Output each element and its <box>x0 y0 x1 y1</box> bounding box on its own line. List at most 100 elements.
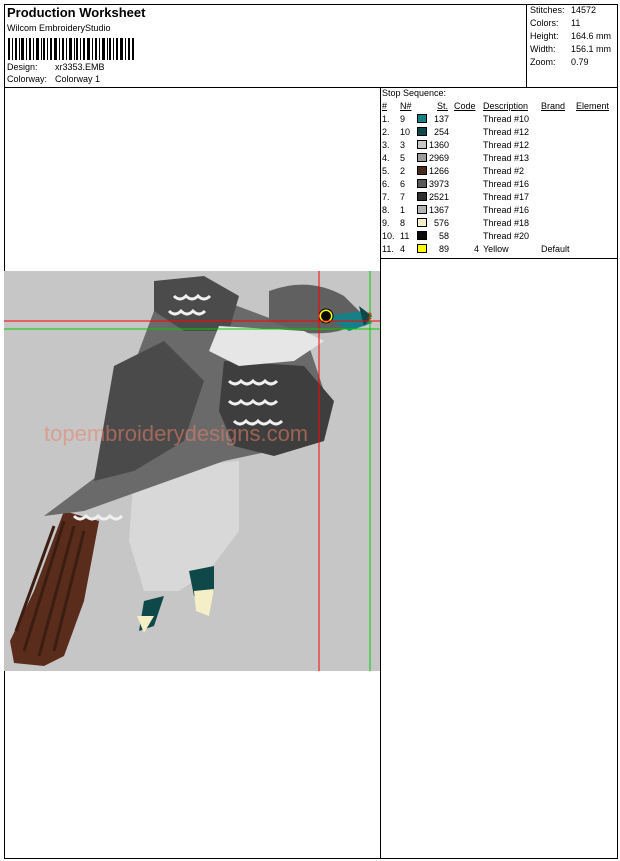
row-number: 11. <box>382 244 394 254</box>
vendor-name: Wilcom EmbroideryStudio <box>7 23 111 33</box>
row-number: 7. <box>382 192 390 202</box>
color-swatch <box>417 153 427 162</box>
colorway-label: Colorway: <box>7 74 48 84</box>
row-stitches: 576 <box>433 218 449 228</box>
table-row: 6. 6 3973 Thread #16 <box>381 179 618 192</box>
stop-sequence-panel: Stop Sequence: # N# St. Code Description… <box>381 88 618 259</box>
color-swatch <box>417 114 427 123</box>
row-stitches: 1360 <box>428 140 449 150</box>
row-needle: 4 <box>400 244 406 254</box>
table-row: 3. 3 1360 Thread #12 <box>381 140 618 153</box>
row-stitches: 58 <box>438 231 449 241</box>
color-swatch <box>417 205 427 214</box>
row-brand: Default <box>541 244 570 254</box>
color-swatch <box>417 166 427 175</box>
table-row: 7. 7 2521 Thread #17 <box>381 192 618 205</box>
design-value: xr3353.EMB <box>55 62 105 72</box>
table-row: 4. 5 2969 Thread #13 <box>381 153 618 166</box>
row-needle: 11 <box>400 231 410 241</box>
row-description: Thread #12 <box>483 127 530 137</box>
row-stitches: 1367 <box>428 205 449 215</box>
row-number: 9. <box>382 218 390 228</box>
color-swatch <box>417 179 427 188</box>
row-number: 5. <box>382 166 390 176</box>
stop-sequence-title: Stop Sequence: <box>382 88 447 98</box>
row-description: Thread #18 <box>483 218 530 228</box>
row-needle: 5 <box>400 153 406 163</box>
stat-colors: Colors: 11 <box>530 18 580 28</box>
row-description: Thread #2 <box>483 166 525 176</box>
color-swatch <box>417 140 427 149</box>
row-number: 3. <box>382 140 390 150</box>
row-description: Thread #20 <box>483 231 530 241</box>
row-description: Thread #13 <box>483 153 530 163</box>
stat-label: Stitches: <box>530 5 565 15</box>
row-number: 8. <box>382 205 390 215</box>
row-number: 1. <box>382 114 390 124</box>
row-description: Thread #10 <box>483 114 530 124</box>
color-swatch <box>417 127 427 136</box>
col-description: Description <box>483 101 529 111</box>
stat-label: Zoom: <box>530 57 556 67</box>
row-needle: 1 <box>400 205 406 215</box>
color-swatch <box>417 231 427 240</box>
svg-text:2: 2 <box>367 311 372 321</box>
row-description: Thread #16 <box>483 205 530 215</box>
row-stitches: 1266 <box>428 166 449 176</box>
watermark-text: topembroiderydesigns.com <box>44 421 308 446</box>
row-description: Yellow <box>483 244 509 254</box>
row-code: 4 <box>473 244 479 254</box>
stat-value: 14572 <box>571 5 597 15</box>
embroidery-design-preview: 2 topembroiderydesigns.com <box>4 271 380 671</box>
col-stitches: St. <box>437 101 449 111</box>
stat-label: Width: <box>530 44 556 54</box>
col-brand: Brand <box>541 101 566 111</box>
row-stitches: 254 <box>433 127 449 137</box>
col-element: Element <box>576 101 610 111</box>
col-code: Code <box>454 101 476 111</box>
page-title: Production Worksheet <box>7 5 146 20</box>
stat-label: Colors: <box>530 18 559 28</box>
design-row: Design: xr3353.EMB <box>7 62 105 72</box>
stat-label: Height: <box>530 31 559 41</box>
stat-value: 156.1 mm <box>571 44 612 54</box>
row-needle: 10 <box>400 127 411 137</box>
table-row: 1. 9 137 Thread #10 <box>381 114 618 127</box>
row-number: 2. <box>382 127 390 137</box>
row-needle: 9 <box>400 114 406 124</box>
row-needle: 3 <box>400 140 406 150</box>
row-needle: 6 <box>400 179 406 189</box>
design-label: Design: <box>7 62 38 72</box>
stat-value: 164.6 mm <box>571 31 612 41</box>
table-row: 9. 8 576 Thread #18 <box>381 218 618 231</box>
stat-value: 11 <box>571 18 581 28</box>
table-row: 5. 2 1266 Thread #2 <box>381 166 618 179</box>
row-stitches: 3973 <box>428 179 449 189</box>
row-description: Thread #16 <box>483 179 530 189</box>
color-swatch <box>417 192 427 201</box>
row-description: Thread #12 <box>483 140 530 150</box>
stat-width: Width: 156.1 mm <box>530 44 611 54</box>
col-n-num: N# <box>400 101 412 111</box>
table-row: 2. 10 254 Thread #12 <box>381 127 618 140</box>
row-description: Thread #17 <box>483 192 530 202</box>
color-swatch <box>417 244 427 253</box>
stop-sequence-header: # N# St. Code Description Brand Element <box>381 101 618 112</box>
stat-zoom: Zoom: 0.79 <box>530 57 589 67</box>
worksheet-header: Production Worksheet Wilcom EmbroiderySt… <box>4 4 618 88</box>
row-stitches: 2521 <box>428 192 449 202</box>
row-needle: 8 <box>400 218 406 228</box>
stats-panel: Stitches: 14572 Colors: 11 Height: 164.6 mm… <box>526 4 618 87</box>
table-row: 11. 4 89 4 Yellow Default <box>381 244 618 257</box>
row-stitches: 137 <box>433 114 449 124</box>
row-number: 10. <box>382 231 395 241</box>
row-needle: 2 <box>400 166 406 176</box>
row-number: 4. <box>382 153 390 163</box>
stat-height: Height: 164.6 mm <box>530 31 611 41</box>
row-stitches: 2969 <box>428 153 449 163</box>
stat-stitches: Stitches: 14572 <box>530 5 596 15</box>
col-num: # <box>382 101 388 111</box>
row-number: 6. <box>382 179 390 189</box>
color-swatch <box>417 218 427 227</box>
colorway-value: Colorway 1 <box>55 74 101 84</box>
